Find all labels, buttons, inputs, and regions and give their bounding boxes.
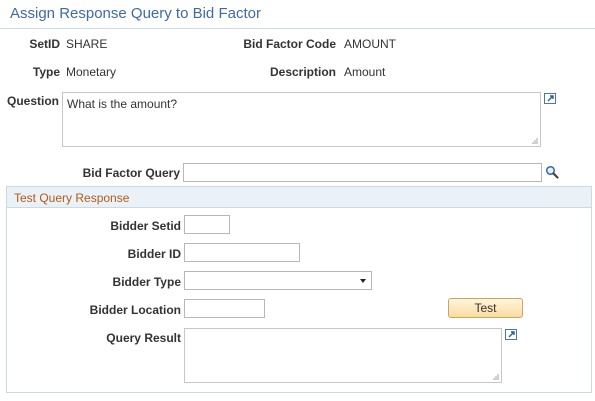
lookup-icon[interactable] xyxy=(545,165,559,179)
test-button[interactable]: Test xyxy=(448,298,523,318)
type-value: Monetary xyxy=(66,65,117,79)
bidder-type-label: Bidder Type xyxy=(112,275,181,289)
description-label: Description xyxy=(269,65,336,79)
title-divider xyxy=(0,28,595,29)
setid-label: SetID xyxy=(29,37,60,51)
bidder-location-input[interactable] xyxy=(184,299,265,318)
bid-factor-query-input[interactable] xyxy=(183,163,542,182)
bid-factor-code-value: AMOUNT xyxy=(344,37,396,51)
setid-value: SHARE xyxy=(66,37,108,51)
bidder-type-select[interactable] xyxy=(184,271,372,290)
bidder-location-label: Bidder Location xyxy=(89,303,181,317)
chevron-down-icon xyxy=(360,279,366,283)
bidder-setid-label: Bidder Setid xyxy=(110,219,181,233)
question-label: Question xyxy=(6,94,59,108)
expand-question-icon[interactable] xyxy=(544,93,556,104)
bidder-id-input[interactable] xyxy=(184,243,300,262)
expand-query-result-icon[interactable] xyxy=(505,329,517,340)
question-text: What is the amount? xyxy=(67,97,178,111)
resize-grip-icon[interactable] xyxy=(491,372,499,380)
page-title: Assign Response Query to Bid Factor xyxy=(10,5,261,22)
test-query-section-title: Test Query Response xyxy=(14,191,130,205)
resize-grip-icon[interactable] xyxy=(530,136,538,144)
question-textarea[interactable]: What is the amount? xyxy=(62,92,541,147)
bid-factor-code-label: Bid Factor Code xyxy=(243,37,336,51)
description-value: Amount xyxy=(344,65,386,79)
bid-factor-query-label: Bid Factor Query xyxy=(82,166,180,180)
type-label: Type xyxy=(32,65,60,79)
query-result-textarea[interactable] xyxy=(184,328,502,383)
bidder-setid-input[interactable] xyxy=(184,215,230,234)
bidder-id-label: Bidder ID xyxy=(127,247,181,261)
query-result-label: Query Result xyxy=(106,331,181,345)
